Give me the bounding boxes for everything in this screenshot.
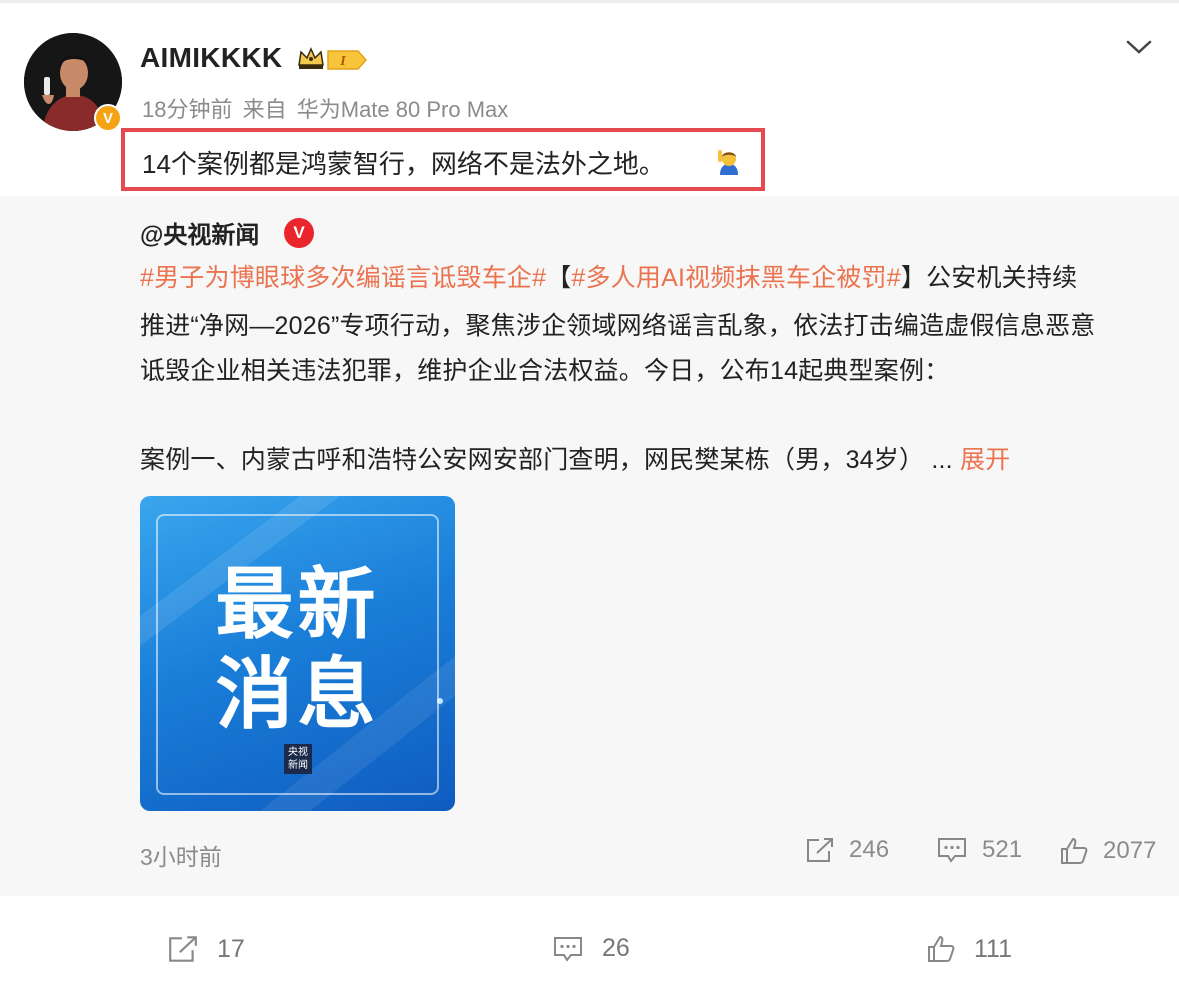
original-author[interactable]: @央视新闻 [140,215,259,250]
repost-text-line-2: 推进“净网—2026”专项行动，聚焦涉企领域网络谣言乱象，依法打击编造虚假信息恶… [140,312,1096,340]
original-post-time: 3小时前 [140,844,222,870]
bracket-close: 】 [900,264,927,292]
expand-link[interactable]: 展开 [960,446,1010,474]
crown-icon [298,47,324,69]
comment-button[interactable]: 26 [552,934,630,963]
username[interactable]: AIMIKKKK [140,42,282,74]
verified-v-icon: V [94,104,122,132]
comment-count: 26 [602,934,630,962]
original-comment-number: 521 [982,836,1023,863]
chevron-down-icon[interactable] [1124,34,1154,60]
level-badge-text: I [339,54,346,69]
highlight-annotation-box [121,128,765,191]
logo-text-2: 新闻 [288,760,308,771]
repost-icon [807,838,833,862]
repost-button[interactable]: 17 [167,934,245,964]
repost-text-line-1: #男子为博眼球多次编谣言诋毁车企#【#多人用AI视频抹黑车企被罚#】公安机关持续 [140,258,1077,294]
hashtag-2[interactable]: #多人用AI视频抹黑车企被罚# [571,264,900,292]
comment-icon [938,838,966,863]
weibo-post-page: V AIMIKKKK I 18分钟前 来自 华为Mate 80 Pro Max … [0,0,1179,987]
like-count: 111 [974,934,1013,963]
hashtag-1[interactable]: #男子为博眼球多次编谣言诋毁车企# [140,264,546,292]
top-divider [0,0,1179,3]
source-device[interactable]: 华为Mate 80 Pro Max [297,97,509,122]
source-prefix: 来自 [242,97,287,122]
repost-text-line-4: 案例一、内蒙古呼和浩特公安网安部门查明，网民樊某栋（男，34岁） ... 展开 [140,440,1010,476]
original-repost-number: 246 [849,836,890,863]
cctv-news-logo: 央视 新闻 [284,744,312,774]
level-badge-icon: I [327,50,368,70]
line-1-rest: 公安机关持续 [926,264,1078,292]
repost-text-line-3: 诋毁企业相关违法犯罪，维护企业合法权益。今日，公布14起典型案例： [140,357,950,385]
news-image[interactable]: 最新 消息 央视 新闻 [140,496,455,811]
original-repost-count[interactable]: 246 [805,836,889,864]
repost-count: 17 [217,934,245,963]
thumbs-up-icon [928,935,955,962]
thumbs-up-icon [1061,837,1088,864]
repost-icon [169,936,197,962]
logo-text-1: 央视 [288,747,308,758]
repost-card[interactable]: @央视新闻 V #男子为博眼球多次编谣言诋毁车企#【#多人用AI视频抹黑车企被罚… [0,196,1179,896]
bracket-open: 【 [546,264,572,292]
original-like-number: 2077 [1103,837,1157,864]
news-image-title-line-2: 消息 [215,650,380,740]
comment-icon [554,936,582,962]
verified-red-v-icon: V [284,218,314,248]
post-time: 18分钟前 [142,97,233,122]
like-button[interactable]: 111 [926,934,1012,964]
case-one-text: 案例一、内蒙古呼和浩特公安网安部门查明，网民樊某栋（男，34岁） ... [140,446,953,474]
original-comment-count[interactable]: 521 [936,836,1022,864]
original-like-count[interactable]: 2077 [1059,836,1156,866]
post-meta: 18分钟前 来自 华为Mate 80 Pro Max [142,92,512,124]
